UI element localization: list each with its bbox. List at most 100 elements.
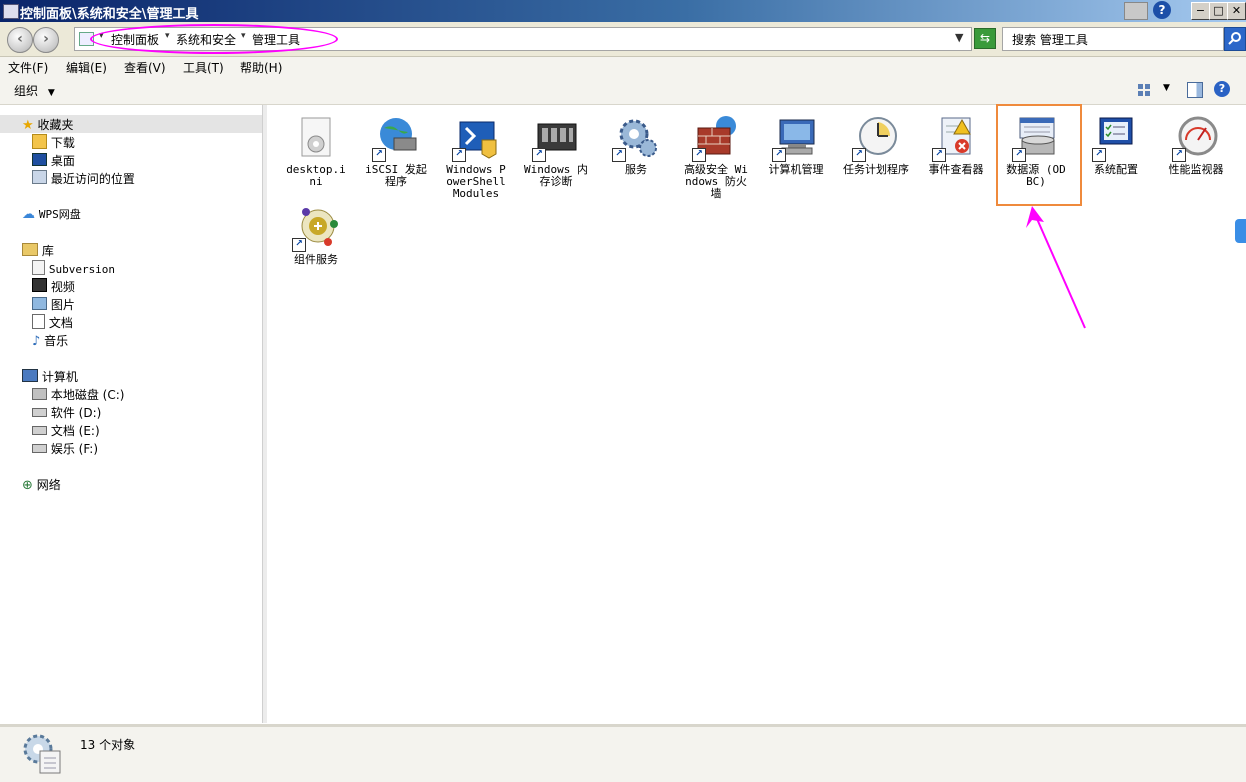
file-label: 任务计划程序: [843, 163, 909, 176]
recent-places-icon: [32, 170, 47, 184]
shortcut-arrow-icon: ↗: [292, 238, 306, 252]
file-desktop-ini[interactable]: desktop.ini: [283, 114, 349, 188]
file-label: Windows PowerShell Modules: [446, 163, 506, 200]
desktop-icon: [32, 153, 47, 166]
nav-downloads[interactable]: 下载: [32, 134, 75, 151]
annotation-arrow: [1026, 206, 1086, 329]
component-services-icon: ↗: [292, 204, 340, 252]
view-options-icon[interactable]: [1137, 83, 1151, 97]
star-icon: ★: [22, 118, 34, 133]
pane-splitter[interactable]: [262, 105, 267, 723]
firewall-icon: ↗: [692, 114, 740, 162]
nav-favorites-label: 收藏夹: [37, 118, 74, 132]
file-iscsi[interactable]: ↗ iSCSI 发起程序: [363, 114, 429, 188]
file-computer-management[interactable]: ↗ 计算机管理: [763, 114, 829, 176]
nav-library[interactable]: 库: [22, 242, 54, 259]
window-title: 控制面板\系统和安全\管理工具: [20, 7, 199, 22]
drive-icon: [32, 426, 47, 435]
help-icon[interactable]: ?: [1214, 81, 1230, 97]
address-dropdown-icon[interactable]: ▼: [955, 31, 963, 44]
downloads-folder-icon: [32, 134, 47, 149]
nav-favorites[interactable]: ★ 收藏夹: [22, 116, 74, 133]
nav-drive-e[interactable]: 文档 (E:): [32, 422, 100, 439]
file-label: 高级安全 Windows 防火墙: [684, 163, 748, 200]
nav-music[interactable]: ♪ 音乐: [32, 332, 68, 349]
side-panel-tab[interactable]: [1235, 219, 1246, 243]
file-memory-diagnostic[interactable]: ↗ Windows 内存诊断: [523, 114, 589, 188]
gears-icon: ↗: [612, 114, 660, 162]
shortcut-arrow-icon: ↗: [532, 148, 546, 162]
minimize-button[interactable]: −: [1191, 2, 1210, 20]
file-label: 系统配置: [1094, 163, 1138, 176]
nav-documents[interactable]: 文档: [32, 314, 73, 331]
chevron-down-icon: ▼: [47, 88, 55, 98]
nav-computer[interactable]: 计算机: [22, 368, 78, 385]
shortcut-arrow-icon: ↗: [772, 148, 786, 162]
nav-wps[interactable]: ☁ WPS网盘: [22, 206, 81, 222]
iscsi-globe-icon: ↗: [372, 114, 420, 162]
music-note-icon: ♪: [32, 334, 41, 349]
nav-recent[interactable]: 最近访问的位置: [32, 170, 135, 187]
event-viewer-icon: ↗: [932, 114, 980, 162]
file-powershell[interactable]: ↗ Windows PowerShell Modules: [443, 114, 509, 200]
search-input[interactable]: 搜索 管理工具: [1002, 27, 1224, 51]
file-services[interactable]: ↗ 服务: [603, 114, 669, 176]
picture-icon: [32, 297, 47, 310]
view-dropdown-icon[interactable]: ▼: [1163, 83, 1170, 93]
file-component-services[interactable]: ↗ 组件服务: [283, 204, 349, 266]
shortcut-arrow-icon: ↗: [1092, 148, 1106, 162]
file-label: 服务: [625, 163, 647, 176]
refresh-button[interactable]: ⇆: [974, 28, 996, 49]
shortcut-arrow-icon: ↗: [852, 148, 866, 162]
file-label: 计算机管理: [768, 163, 824, 176]
nav-documents-label: 文档: [48, 316, 73, 330]
file-label: iSCSI 发起程序: [365, 163, 427, 188]
file-event-viewer[interactable]: ↗ 事件查看器: [923, 114, 989, 176]
settings-file-icon: [292, 114, 340, 162]
search-button[interactable]: [1224, 27, 1246, 51]
system-config-icon: ↗: [1092, 114, 1140, 162]
nav-desktop[interactable]: 桌面: [32, 152, 75, 169]
help-button[interactable]: ?: [1153, 1, 1171, 19]
nav-recent-label: 最近访问的位置: [50, 172, 135, 186]
nav-drive-d[interactable]: 软件 (D:): [32, 404, 101, 421]
nav-videos-label: 视频: [50, 280, 75, 294]
memory-chip-icon: ↗: [532, 114, 580, 162]
file-label: 组件服务: [294, 253, 338, 266]
menu-edit[interactable]: 编辑(E): [66, 59, 107, 76]
close-button[interactable]: ✕: [1227, 2, 1246, 20]
nav-network[interactable]: ⊕ 网络: [22, 476, 61, 493]
maximize-button[interactable]: □: [1209, 2, 1228, 20]
nav-pictures[interactable]: 图片: [32, 296, 75, 313]
menu-view[interactable]: 查看(V): [124, 59, 166, 76]
nav-music-label: 音乐: [44, 334, 69, 348]
file-firewall[interactable]: ↗ 高级安全 Windows 防火墙: [683, 114, 749, 200]
library-icon: [22, 243, 38, 256]
file-task-scheduler[interactable]: ↗ 任务计划程序: [843, 114, 909, 176]
back-button[interactable]: ‹: [7, 27, 33, 53]
nav-downloads-label: 下载: [50, 136, 75, 150]
preview-pane-icon[interactable]: [1187, 82, 1203, 98]
nav-drive-c[interactable]: 本地磁盘 (C:): [32, 386, 124, 403]
file-performance-monitor[interactable]: ↗ 性能监视器: [1163, 114, 1229, 176]
organize-button[interactable]: 组织 ▼: [14, 82, 55, 99]
nav-drive-f[interactable]: 娱乐 (F:): [32, 440, 98, 457]
menu-tools[interactable]: 工具(T): [183, 59, 224, 76]
item-count: 13 个对象: [80, 738, 136, 752]
title-bar: 控制面板\系统和安全\管理工具 ? − □ ✕: [0, 0, 1246, 22]
forward-button[interactable]: ›: [33, 27, 59, 53]
file-system-config[interactable]: ↗ 系统配置: [1083, 114, 1149, 176]
nav-videos[interactable]: 视频: [32, 278, 75, 295]
shortcut-arrow-icon: ↗: [372, 148, 386, 162]
menu-file[interactable]: 文件(F): [8, 59, 48, 76]
nav-pictures-label: 图片: [50, 298, 75, 312]
folder-icon: [3, 4, 19, 19]
admin-tools-icon: [20, 731, 64, 775]
document-icon: [32, 260, 45, 275]
nav-drive-e-label: 文档 (E:): [50, 424, 100, 438]
clock-icon: ↗: [852, 114, 900, 162]
keyboard-icon[interactable]: [1124, 2, 1148, 20]
search-placeholder: 搜索 管理工具: [1012, 33, 1088, 47]
nav-subversion[interactable]: Subversion: [32, 260, 115, 276]
menu-help[interactable]: 帮助(H): [240, 59, 282, 76]
